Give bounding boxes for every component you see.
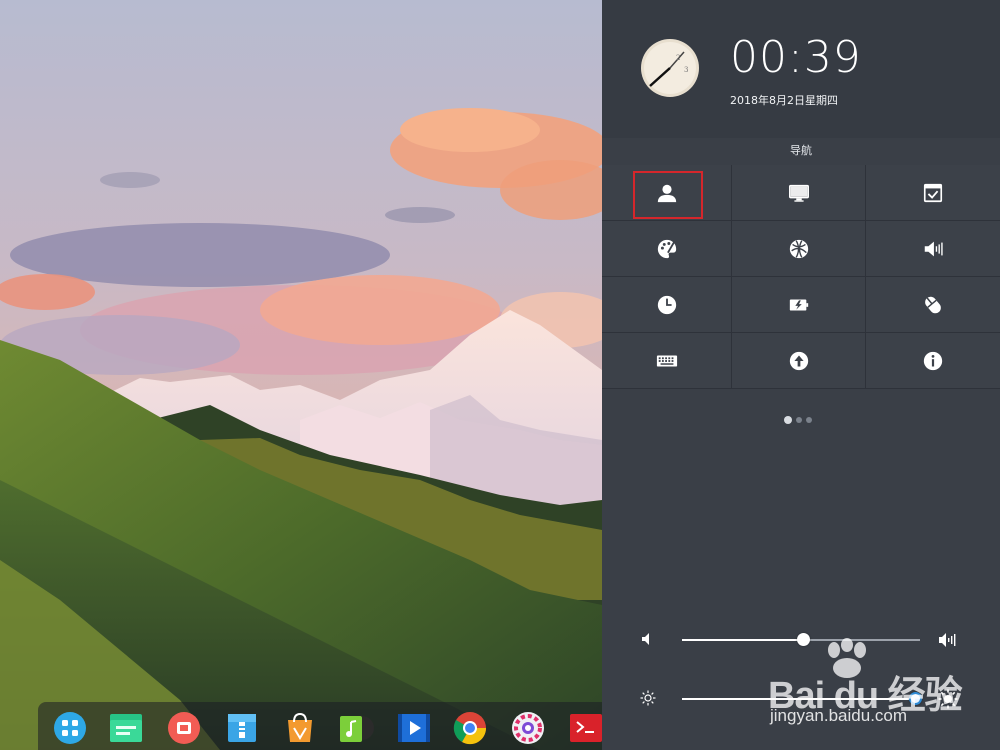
brightness-slider-thumb[interactable]: [908, 692, 922, 705]
video-player-icon[interactable]: [396, 710, 432, 746]
system-settings-icon[interactable]: [510, 710, 546, 746]
volume-slider-row: [602, 625, 1000, 655]
network-globe-icon: [789, 239, 808, 258]
clock-date: 2018年8月2日星期四: [730, 94, 838, 107]
desktop-wallpaper-area: [0, 0, 602, 750]
nav-tile-network[interactable]: [732, 221, 866, 277]
time-clock-icon: [657, 295, 676, 314]
nav-tile-time-date[interactable]: [602, 277, 732, 333]
keyboard-icon: [656, 355, 677, 366]
brightness-slider-fill: [682, 698, 916, 700]
archive-manager-icon[interactable]: [224, 710, 260, 746]
app-store-icon[interactable]: [282, 710, 318, 746]
control-center-panel: 2 3 00:39 2018年8月2日星期四 导航: [602, 0, 1000, 750]
brightness-slider-row: [602, 684, 1000, 714]
nav-tile-accounts[interactable]: [602, 165, 732, 221]
clock-widget: 2 3 00:39 2018年8月2日星期四: [602, 0, 1000, 138]
page-dot-1[interactable]: [784, 416, 792, 424]
system-info-icon: [923, 351, 943, 370]
music-player-icon[interactable]: [338, 710, 374, 746]
terminal-icon[interactable]: [568, 710, 602, 746]
personalization-palette-icon: [657, 239, 676, 258]
nav-tile-update[interactable]: [732, 333, 866, 389]
mouse-icon: [925, 296, 941, 313]
volume-low-icon[interactable]: [640, 631, 656, 647]
nav-tile-sound[interactable]: [866, 221, 1000, 277]
update-arrow-icon: [789, 351, 808, 370]
sound-speaker-icon: [924, 241, 943, 256]
page-indicator: [784, 416, 812, 424]
volume-slider[interactable]: [682, 633, 920, 646]
launcher-icon[interactable]: [52, 710, 88, 746]
dock: [38, 702, 602, 750]
analog-clock-icon: 2 3: [641, 39, 699, 97]
page-dot-2[interactable]: [796, 417, 802, 423]
screen-recorder-icon[interactable]: [166, 710, 202, 746]
nav-tile-system-info[interactable]: [866, 333, 1000, 389]
nav-tile-mouse[interactable]: [866, 277, 1000, 333]
user-account-icon: [657, 184, 676, 202]
brightness-slider[interactable]: [682, 692, 922, 705]
power-battery-icon: [789, 299, 808, 310]
nav-tile-power[interactable]: [732, 277, 866, 333]
volume-slider-thumb[interactable]: [796, 633, 810, 646]
brightness-low-icon[interactable]: [640, 690, 656, 706]
volume-slider-fill: [682, 639, 804, 641]
clock-time: 00:39: [730, 32, 862, 83]
svg-text:2: 2: [676, 54, 680, 62]
nav-tile-keyboard[interactable]: [602, 333, 732, 389]
file-manager-icon[interactable]: [108, 710, 144, 746]
chrome-browser-icon[interactable]: [452, 710, 488, 746]
default-apps-icon: [923, 183, 943, 202]
brightness-high-icon[interactable]: [938, 689, 958, 709]
display-monitor-icon: [788, 184, 809, 202]
svg-text:3: 3: [684, 66, 688, 74]
navigation-grid: [602, 165, 1000, 389]
mountain-wallpaper: [0, 0, 602, 750]
nav-tile-default-apps[interactable]: [866, 165, 1000, 221]
volume-high-icon[interactable]: [938, 630, 958, 650]
navigation-title: 导航: [790, 144, 812, 157]
nav-tile-display[interactable]: [732, 165, 866, 221]
nav-tile-personalization[interactable]: [602, 221, 732, 277]
page-dot-3[interactable]: [806, 417, 812, 423]
